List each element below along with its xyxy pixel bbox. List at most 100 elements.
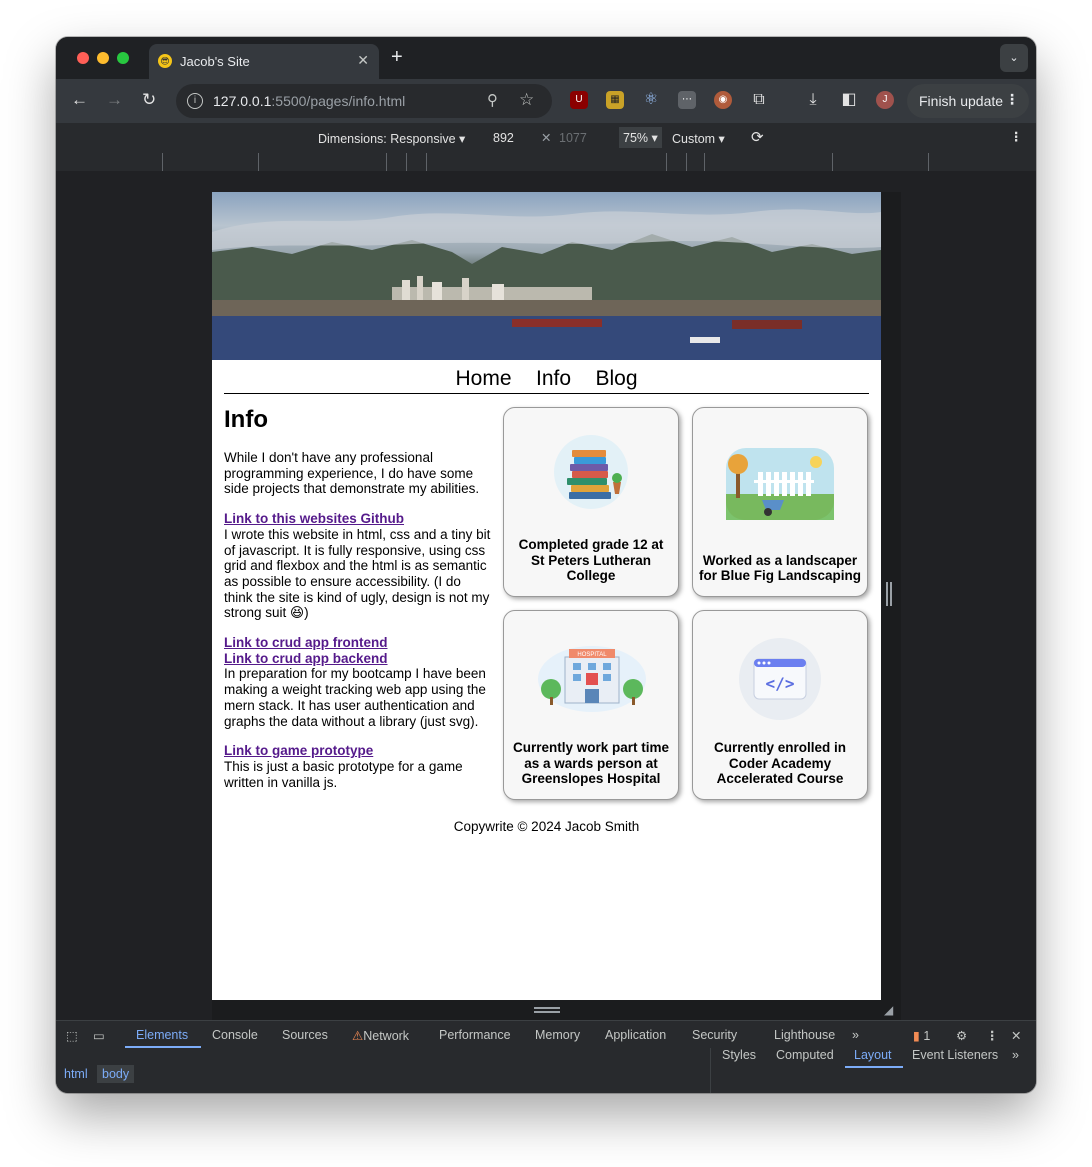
site-footer: Copywrite © 2024 Jacob Smith: [453, 819, 640, 834]
profile-avatar[interactable]: J: [876, 91, 894, 109]
more-tabs-icon[interactable]: »: [852, 1028, 859, 1042]
info-content: Info While I don't have any professional…: [224, 406, 492, 804]
warning-icon: ⚠: [352, 1029, 364, 1043]
throttle-select[interactable]: Custom ▾: [672, 131, 725, 146]
card-coder-academy: </> Currently enrolled in Coder Academy …: [692, 610, 868, 800]
browser-tab[interactable]: 😎 Jacob's Site ✕: [149, 44, 379, 79]
tab-security[interactable]: Security: [692, 1028, 737, 1042]
resize-corner-icon[interactable]: ◢: [884, 1003, 893, 1017]
page-title: Info: [224, 406, 268, 433]
reload-icon[interactable]: ↻: [142, 90, 156, 110]
color-extension-icon[interactable]: ▦: [606, 91, 624, 109]
extension-dots-icon[interactable]: ⋯: [678, 91, 696, 109]
github-description: I wrote this website in html, css and a …: [224, 526, 491, 621]
new-tab-icon[interactable]: +: [391, 46, 403, 69]
side-tab-styles[interactable]: Styles: [722, 1048, 756, 1062]
github-link[interactable]: Link to this websites Github: [224, 511, 492, 527]
site-info-icon[interactable]: i: [187, 93, 203, 109]
card-hospital: HOSPITAL Currently work part time as a w…: [503, 610, 679, 800]
garden-icon: [726, 448, 834, 520]
intro-text: While I don't have any professional prog…: [224, 450, 480, 497]
tab-application[interactable]: Application: [605, 1028, 666, 1042]
menu-dots-icon: ⋮: [1005, 91, 1019, 107]
more-side-tabs-icon[interactable]: »: [1012, 1048, 1019, 1062]
breadcrumb-html[interactable]: html: [59, 1065, 93, 1083]
resize-handle-right[interactable]: [881, 192, 901, 1000]
tab-elements[interactable]: Elements: [136, 1028, 188, 1042]
site-nav: Home Info Blog: [224, 367, 869, 394]
github-section: Link to this websites Github I wrote thi…: [224, 511, 492, 621]
side-panel-icon[interactable]: ◧: [840, 91, 858, 109]
tab-network[interactable]: ⚠Network: [352, 1028, 409, 1043]
minimize-window-button[interactable]: [97, 52, 109, 64]
react-devtools-icon[interactable]: ⚛: [642, 91, 660, 109]
favicon-icon: 😎: [158, 54, 172, 68]
crud-description: In preparation for my bootcamp I have be…: [224, 666, 486, 729]
dimensions-select[interactable]: Dimensions: Responsive ▾: [318, 131, 465, 146]
download-icon[interactable]: ⤓: [804, 91, 822, 109]
forward-icon[interactable]: →: [106, 90, 123, 110]
breadcrumb-body[interactable]: body: [97, 1065, 135, 1083]
zoom-icon[interactable]: ⚲: [487, 91, 498, 109]
crud-section: Link to crud app frontend Link to crud a…: [224, 635, 492, 729]
books-icon: [554, 435, 628, 509]
finish-update-button[interactable]: Finish update ⋮: [907, 84, 1029, 118]
media-query-ruler[interactable]: [56, 153, 1036, 171]
device-menu-icon[interactable]: ⋮: [1010, 129, 1023, 144]
bookmark-star-icon[interactable]: ☆: [519, 90, 534, 110]
tab-lighthouse[interactable]: Lighthouse: [774, 1028, 835, 1042]
devtools-tab-bar: ⬚ ▭ Elements Console Sources ⚠Network Pe…: [56, 1021, 1036, 1048]
times-icon: ✕: [541, 131, 552, 145]
devtools-breadcrumb-row: html body Styles Computed Layout Event L…: [56, 1048, 1036, 1093]
device-toggle-icon[interactable]: ▭: [93, 1028, 105, 1043]
resize-handle-bottom[interactable]: ◢: [212, 1000, 901, 1020]
side-tab-computed[interactable]: Computed: [776, 1048, 834, 1062]
tab-memory[interactable]: Memory: [535, 1028, 580, 1042]
nav-info-link[interactable]: Info: [536, 367, 571, 390]
devtools-menu-icon[interactable]: ⋮: [986, 1028, 999, 1043]
hospital-sign: HOSPITAL: [577, 652, 607, 658]
emulated-page: Home Info Blog Info While I don't have a…: [212, 192, 881, 1000]
url-text: 127.0.0.1:5500/pages/info.html: [213, 93, 406, 109]
side-tab-underline: [845, 1066, 903, 1068]
width-input[interactable]: 892: [493, 131, 514, 145]
ublock-extension-icon[interactable]: U: [570, 91, 588, 109]
crud-backend-link[interactable]: Link to crud app backend: [224, 651, 492, 667]
card-landscaper: Worked as a landscaper for Blue Fig Land…: [692, 407, 868, 597]
inspect-element-icon[interactable]: ⬚: [66, 1028, 78, 1043]
card-caption: Completed grade 12 at St Peters Lutheran…: [518, 536, 664, 584]
tab-performance[interactable]: Performance: [439, 1028, 511, 1042]
address-bar[interactable]: i 127.0.0.1:5500/pages/info.html ⚲ ☆: [176, 84, 552, 118]
glasses-extension-icon[interactable]: ◉: [714, 91, 732, 109]
crud-frontend-link[interactable]: Link to crud app frontend: [224, 635, 492, 651]
issues-badge[interactable]: ▮ 1: [913, 1028, 930, 1043]
tab-search-chevron-icon[interactable]: ⌄: [1000, 44, 1028, 72]
devtools-panel: ⬚ ▭ Elements Console Sources ⚠Network Pe…: [56, 1020, 1036, 1093]
extensions-puzzle-icon[interactable]: ⧉: [750, 91, 768, 109]
game-prototype-link[interactable]: Link to game prototype: [224, 743, 492, 759]
settings-gear-icon[interactable]: ⚙: [956, 1028, 967, 1043]
close-window-button[interactable]: [77, 52, 89, 64]
game-section: Link to game prototype This is just a ba…: [224, 743, 492, 790]
hospital-icon: HOSPITAL: [538, 646, 646, 712]
hero-banner-image: [212, 192, 881, 360]
rotate-icon[interactable]: ⟳: [751, 128, 764, 146]
issue-flag-icon: ▮: [913, 1029, 920, 1043]
height-input[interactable]: 1077: [559, 131, 587, 145]
back-icon[interactable]: ←: [71, 90, 88, 110]
zoom-select[interactable]: 75% ▾: [619, 127, 662, 148]
close-tab-icon[interactable]: ✕: [357, 52, 369, 69]
card-caption: Currently enrolled in Coder Academy Acce…: [713, 739, 847, 787]
side-tab-event-listeners[interactable]: Event Listeners: [912, 1048, 998, 1062]
device-toolbar: Dimensions: Responsive ▾ 892 ✕ 1077 75% …: [56, 123, 1036, 154]
tab-console[interactable]: Console: [212, 1028, 258, 1042]
nav-blog-link[interactable]: Blog: [595, 367, 637, 390]
tab-title: Jacob's Site: [180, 54, 250, 69]
close-devtools-icon[interactable]: ✕: [1011, 1028, 1021, 1043]
card-education: Completed grade 12 at St Peters Lutheran…: [503, 407, 679, 597]
maximize-window-button[interactable]: [117, 52, 129, 64]
side-tab-layout[interactable]: Layout: [854, 1048, 892, 1062]
tab-sources[interactable]: Sources: [282, 1028, 328, 1042]
game-description: This is just a basic prototype for a gam…: [224, 758, 463, 790]
nav-home-link[interactable]: Home: [456, 367, 512, 390]
